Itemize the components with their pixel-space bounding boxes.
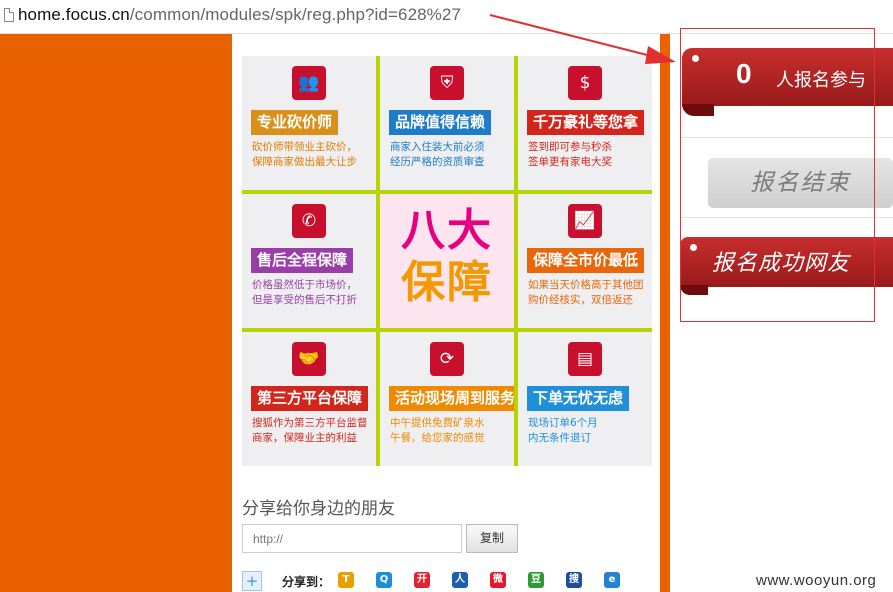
page: home.focus.cn/common/modules/spk/reg.php… <box>0 0 893 592</box>
watermark: www.wooyun.org <box>756 572 877 589</box>
annotation-arrow-icon <box>489 14 676 64</box>
